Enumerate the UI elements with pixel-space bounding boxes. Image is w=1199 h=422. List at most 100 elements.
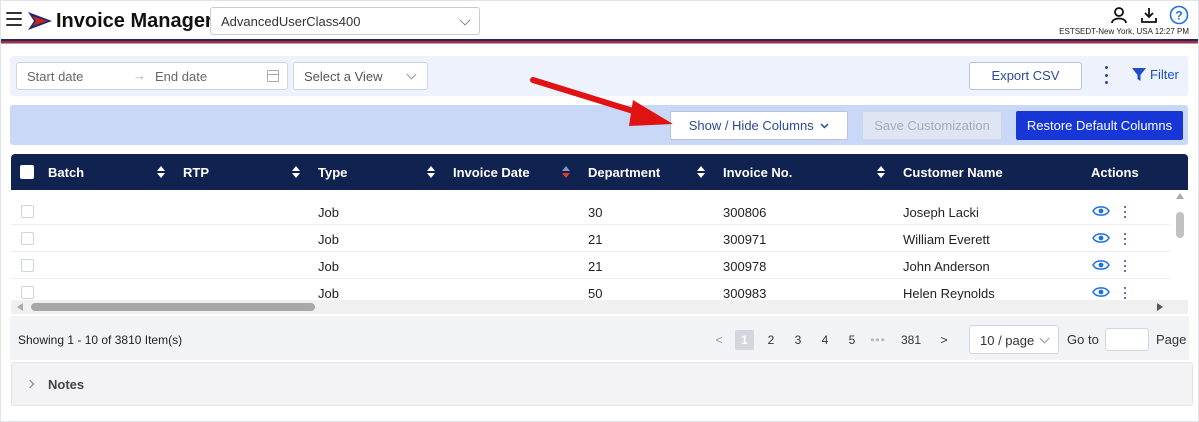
cell-customer-name: Helen Reynolds bbox=[903, 286, 995, 300]
cell-invoice-no: 300971 bbox=[723, 232, 767, 247]
horizontal-scroll-thumb[interactable] bbox=[31, 303, 315, 311]
notes-panel[interactable]: Notes bbox=[11, 362, 1193, 406]
svg-text:?: ? bbox=[1175, 9, 1182, 23]
chevron-down-icon bbox=[1039, 333, 1050, 344]
show-hide-columns-label: Show / Hide Columns bbox=[688, 118, 814, 133]
export-csv-button[interactable]: Export CSV bbox=[969, 62, 1082, 90]
cell-department: 21 bbox=[588, 259, 603, 274]
eye-icon[interactable] bbox=[1092, 205, 1110, 217]
table-header: Batch RTP Type Invoice Date Department I… bbox=[11, 154, 1188, 190]
cell-type: Job bbox=[318, 232, 339, 247]
sort-icon[interactable] bbox=[292, 166, 300, 178]
range-arrow-icon: → bbox=[133, 68, 146, 83]
row-checkbox[interactable] bbox=[21, 259, 34, 272]
start-date-input[interactable]: Start date bbox=[27, 69, 83, 84]
column-header-department[interactable]: Department bbox=[588, 165, 660, 180]
cell-customer-name: Joseph Lacki bbox=[903, 205, 979, 220]
page-button-1[interactable]: 1 bbox=[735, 330, 754, 350]
cell-invoice-no: 300978 bbox=[723, 259, 767, 274]
row-more-icon[interactable] bbox=[1124, 260, 1127, 272]
row-more-icon[interactable] bbox=[1124, 287, 1127, 299]
cell-type: Job bbox=[318, 259, 339, 274]
page-size-value: 10 / page bbox=[980, 333, 1035, 348]
menu-icon[interactable] bbox=[6, 12, 22, 26]
page-button-last[interactable]: 381 bbox=[898, 330, 924, 350]
column-header-invoice-date[interactable]: Invoice Date bbox=[453, 165, 530, 180]
cell-invoice-no: 300806 bbox=[723, 205, 767, 220]
row-checkbox[interactable] bbox=[21, 205, 34, 218]
scroll-up-icon[interactable] bbox=[1176, 193, 1184, 199]
cell-department: 21 bbox=[588, 232, 603, 247]
sort-icon[interactable] bbox=[877, 166, 885, 178]
cell-type: Job bbox=[318, 286, 339, 300]
page-button-5[interactable]: 5 bbox=[843, 330, 861, 350]
date-range-picker[interactable]: Start date → End date bbox=[16, 62, 288, 90]
chevron-down-icon bbox=[820, 123, 829, 129]
user-icon[interactable] bbox=[1109, 5, 1129, 25]
row-checkbox[interactable] bbox=[21, 286, 34, 299]
page-size-select[interactable]: 10 / page bbox=[969, 325, 1059, 354]
more-options-icon[interactable] bbox=[1103, 66, 1109, 84]
filter-icon bbox=[1132, 67, 1146, 81]
pagination-bar: Showing 1 - 10 of 3810 Item(s) < 1 2 3 4… bbox=[10, 316, 1189, 360]
table-row[interactable]: Job 21 300971 William Everett bbox=[11, 225, 1171, 252]
page-button-3[interactable]: 3 bbox=[789, 330, 807, 350]
column-header-invoice-no[interactable]: Invoice No. bbox=[723, 165, 792, 180]
scroll-right-icon[interactable] bbox=[1157, 303, 1163, 311]
sort-icon[interactable] bbox=[427, 166, 435, 178]
row-checkbox[interactable] bbox=[21, 232, 34, 245]
goto-page-input[interactable] bbox=[1105, 328, 1149, 351]
sort-desc-icon[interactable] bbox=[562, 166, 570, 178]
column-header-actions: Actions bbox=[1091, 165, 1139, 180]
scroll-left-icon[interactable] bbox=[17, 303, 23, 311]
cell-department: 30 bbox=[588, 205, 603, 220]
timezone-clock: ESTSEDT-New York, USA 12:27 PM bbox=[1059, 27, 1189, 36]
cell-customer-name: John Anderson bbox=[903, 259, 990, 274]
table-row[interactable]: Job 21 300978 John Anderson bbox=[11, 252, 1171, 279]
column-header-type[interactable]: Type bbox=[318, 165, 347, 180]
annotation-arrow bbox=[530, 77, 673, 126]
select-all-checkbox[interactable] bbox=[20, 165, 34, 179]
invoice-table: Batch RTP Type Invoice Date Department I… bbox=[11, 154, 1188, 314]
chevron-down-icon bbox=[406, 69, 417, 80]
filter-button[interactable]: Filter bbox=[1132, 67, 1179, 82]
header-divider-light bbox=[0, 43, 1199, 44]
table-row[interactable]: Job 50 300983 Helen Reynolds bbox=[11, 279, 1171, 300]
vertical-scroll-thumb[interactable] bbox=[1176, 212, 1184, 238]
save-customization-button[interactable]: Save Customization bbox=[862, 111, 1002, 140]
view-select[interactable]: Select a View bbox=[293, 62, 428, 90]
table-row[interactable]: Job 30 300806 Joseph Lacki bbox=[11, 198, 1171, 225]
filter-label: Filter bbox=[1150, 67, 1179, 82]
column-header-customer-name[interactable]: Customer Name bbox=[903, 165, 1003, 180]
end-date-input[interactable]: End date bbox=[155, 69, 207, 84]
goto-label: Go to bbox=[1067, 332, 1099, 347]
row-more-icon[interactable] bbox=[1124, 233, 1127, 245]
prev-page-button[interactable]: < bbox=[710, 330, 728, 350]
eye-icon[interactable] bbox=[1092, 232, 1110, 244]
cell-customer-name: William Everett bbox=[903, 232, 990, 247]
page-button-2[interactable]: 2 bbox=[762, 330, 780, 350]
item-count: Showing 1 - 10 of 3810 Item(s) bbox=[18, 333, 183, 347]
help-icon[interactable]: ? bbox=[1169, 5, 1189, 25]
row-more-icon[interactable] bbox=[1124, 206, 1127, 218]
account-select[interactable]: AdvancedUserClass400 bbox=[210, 7, 480, 35]
eye-icon[interactable] bbox=[1092, 286, 1110, 298]
page-button-4[interactable]: 4 bbox=[816, 330, 834, 350]
eye-icon[interactable] bbox=[1092, 259, 1110, 271]
page-ellipsis[interactable]: ••• bbox=[869, 330, 887, 350]
logo-icon bbox=[28, 12, 52, 30]
column-header-batch[interactable]: Batch bbox=[48, 165, 84, 180]
calendar-icon[interactable] bbox=[267, 70, 279, 82]
show-hide-columns-button[interactable]: Show / Hide Columns bbox=[670, 111, 848, 140]
column-header-rtp[interactable]: RTP bbox=[183, 165, 209, 180]
app-title: Invoice Manager bbox=[56, 10, 213, 32]
sort-icon[interactable] bbox=[697, 166, 705, 178]
horizontal-scrollbar[interactable] bbox=[11, 300, 1188, 314]
sort-icon[interactable] bbox=[157, 166, 165, 178]
restore-default-columns-button[interactable]: Restore Default Columns bbox=[1016, 111, 1183, 140]
download-icon[interactable] bbox=[1139, 5, 1159, 25]
next-page-button[interactable]: > bbox=[935, 330, 953, 350]
vertical-scrollbar[interactable] bbox=[1173, 190, 1188, 300]
cell-type: Job bbox=[318, 205, 339, 220]
cell-department: 50 bbox=[588, 286, 603, 300]
